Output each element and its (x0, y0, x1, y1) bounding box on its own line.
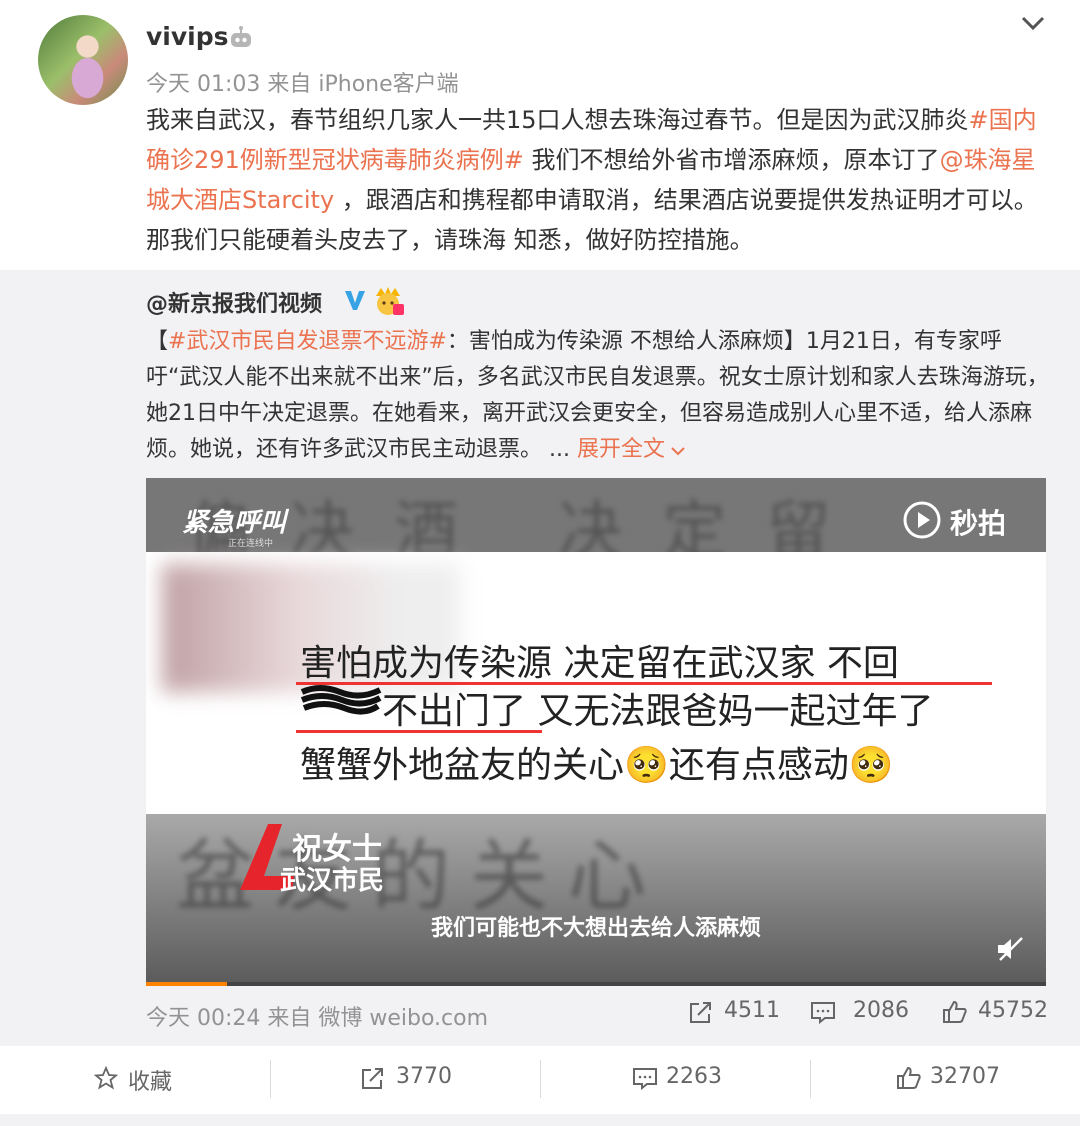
video-subtitle: 我们可能也不大想出去给人添麻烦 (430, 916, 761, 941)
video-progress-bar[interactable] (146, 982, 1046, 986)
video-text-line-1: 害怕成为传染源 决定留在武汉家 不回 (300, 643, 899, 684)
weibo-card: vivips 今天 01:03 来自 iPhone客户端 我来自武汉，春节组织几… (0, 0, 1080, 1114)
star-icon (94, 1066, 118, 1090)
video-top-band: 偏决酒 决定留 紧急呼叫 正在连线中 秒拍 (146, 478, 1046, 569)
video-program-logo-sub: 正在连线中 (228, 539, 274, 549)
repost-block: @新京报我们视频 【#武汉市民自发退票不远游#：害怕成为传染源 不想给人添麻烦】… (0, 270, 1080, 1046)
favorite-button[interactable]: 收藏 (0, 1046, 270, 1112)
repost-text-open: 【 (146, 329, 169, 354)
repost-count: 4511 (724, 998, 780, 1023)
thumbs-up-icon (897, 1066, 921, 1089)
post-text-part: 我们不想给外省市增添麻烦，原本订了 (523, 146, 940, 174)
video-text-line-2: 不出门了 又无法跟爸妈一起过年了 (382, 691, 934, 732)
repost-meta: 今天 00:24 来自 微博 weibo.com (146, 1006, 489, 1031)
like-count: 45752 (978, 998, 1048, 1023)
video-text-line-3: 蟹蟹外地盆友的关心🥺还有点感动🥺 (300, 745, 894, 786)
repost-author[interactable]: @新京报我们视频 (146, 286, 322, 318)
comment-icon (811, 1002, 835, 1024)
play-circle-icon (903, 501, 941, 539)
post-text: 我来自武汉，春节组织几家人一共15口人想去珠海过春节。但是因为武汉肺炎#国内确诊… (146, 100, 1051, 260)
repost-hashtag-link[interactable]: #武汉市民自发退票不远游# (168, 329, 447, 354)
comment-count: 2086 (853, 998, 909, 1023)
comment-action-count: 2263 (666, 1064, 722, 1089)
robot-icon (231, 26, 251, 47)
post-text-part: 我来自武汉，春节组织几家人一共15口人想去珠海过春节。但是因为武汉肺炎 (146, 106, 969, 134)
badge-icon (376, 287, 404, 315)
comment-icon (633, 1068, 657, 1090)
repost-action-count: 3770 (396, 1064, 452, 1089)
favorite-label: 收藏 (128, 1070, 173, 1095)
chevron-down-icon[interactable] (1020, 12, 1046, 34)
comment-button[interactable]: 2263 (540, 1046, 810, 1112)
expand-full-text-link[interactable]: 展开全文 (577, 437, 685, 462)
speaker-role: 武汉市民 (280, 866, 385, 896)
video-program-logo: 紧急呼叫 (182, 508, 287, 538)
video-progress-fill (146, 982, 227, 986)
chevron-down-icon (671, 447, 685, 456)
video-bottom-band: 盆友的关心 祝女士 武汉市民 我们可能也不大想出去给人添麻烦 (146, 814, 1046, 986)
action-bar: 收藏 3770 2263 32707 (0, 1046, 1080, 1112)
verified-v-icon (345, 291, 365, 310)
repost-button[interactable]: 3770 (270, 1046, 540, 1112)
share-icon (362, 1068, 383, 1089)
expand-label: 展开全文 (576, 437, 665, 462)
miaopai-logo: 秒拍 (902, 498, 1026, 542)
avatar[interactable] (38, 15, 128, 105)
miaopai-label: 秒拍 (950, 507, 1007, 540)
video-player[interactable]: 偏决酒 决定留 紧急呼叫 正在连线中 秒拍 害怕成为传染源 决定留在武汉家 不回 (146, 478, 1046, 986)
mute-icon[interactable] (996, 936, 1024, 962)
share-icon (690, 1002, 711, 1023)
repost-text: 【#武汉市民自发退票不远游#：害怕成为传染源 不想给人添麻烦】1月21日，有专家… (146, 324, 1051, 468)
like-button[interactable]: 32707 (810, 1046, 1080, 1112)
scribble-redaction (300, 685, 382, 715)
post-meta: 今天 01:03 来自 iPhone客户端 (146, 72, 459, 97)
username[interactable]: vivips (146, 22, 229, 51)
like-action-count: 32707 (930, 1064, 1000, 1089)
thumbs-up-icon (943, 1000, 967, 1023)
video-chat-frame: 害怕成为传染源 决定留在武汉家 不回 不出门了 又无法跟爸妈一起过年了 蟹蟹外地… (146, 552, 1046, 814)
underline (296, 730, 542, 733)
